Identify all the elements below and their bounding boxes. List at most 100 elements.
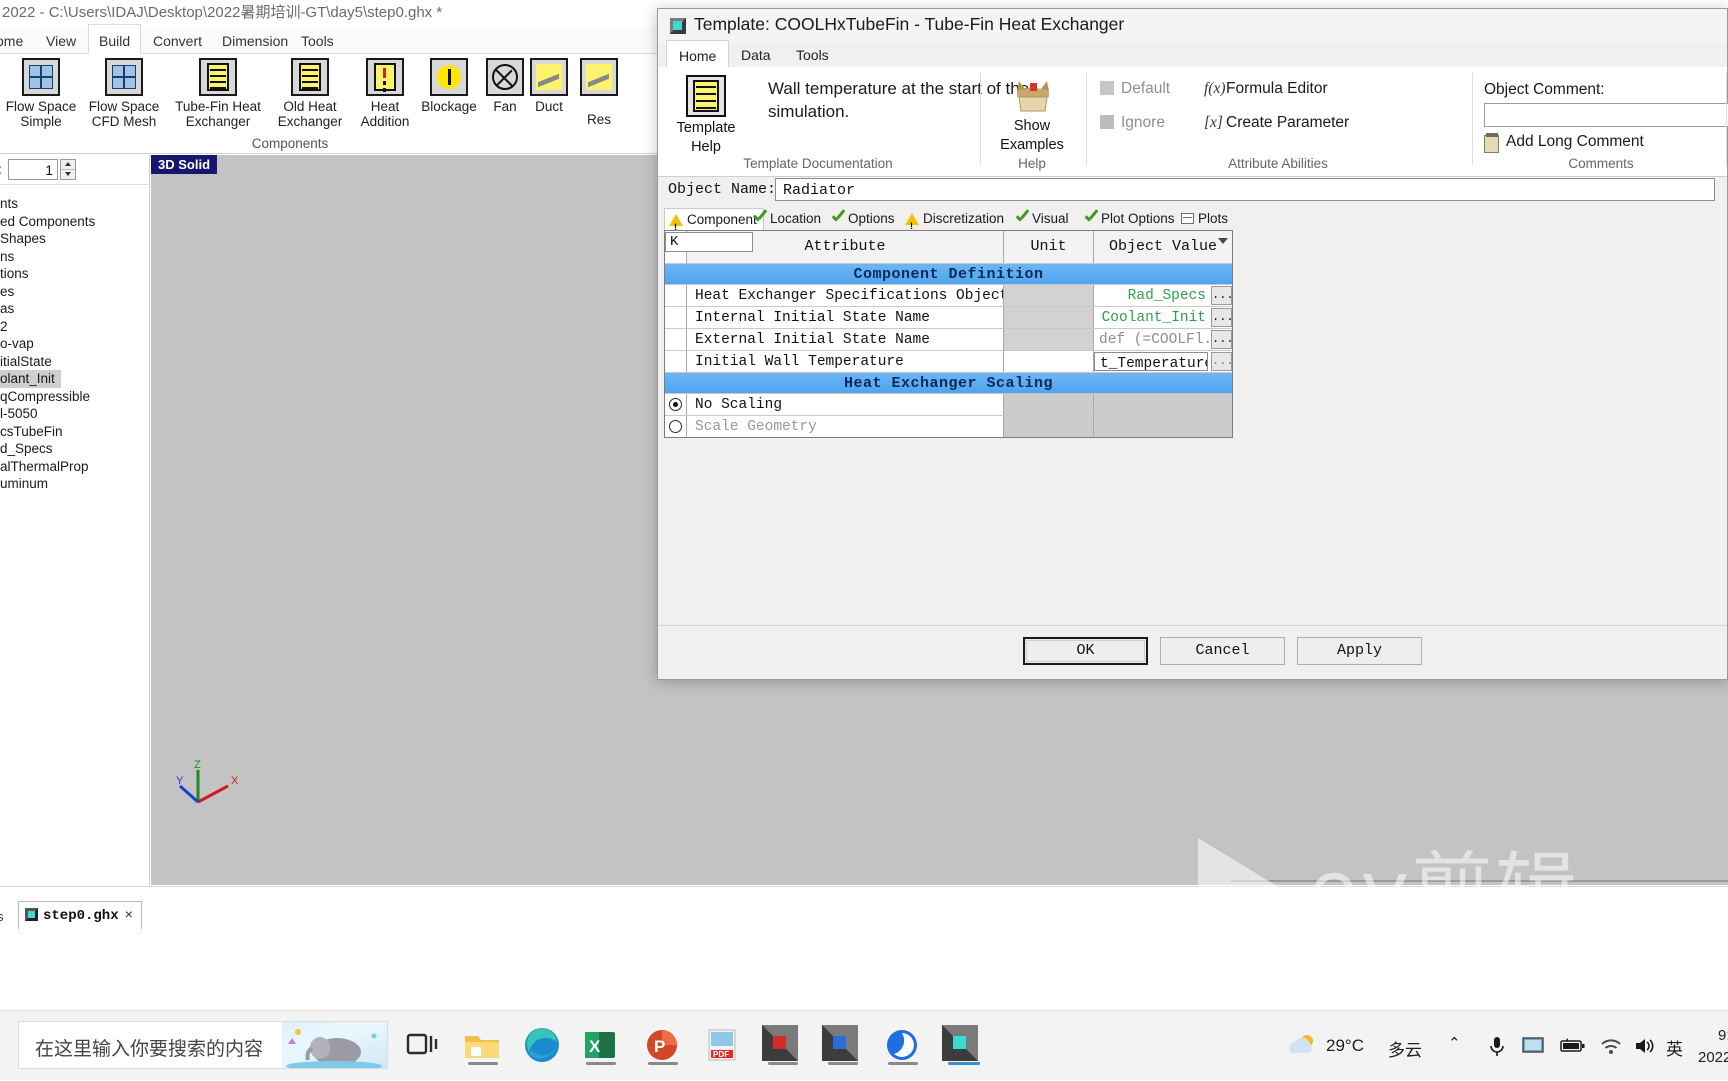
tree-item[interactable]: 2 — [0, 318, 150, 336]
tree-item[interactable]: uminum — [0, 475, 150, 493]
attribute-table[interactable]: Attribute Unit Object Value Component De… — [664, 230, 1234, 438]
attr-tab-location[interactable]: Location — [749, 208, 827, 230]
ribbon-button-flow-space-simple[interactable]: Flow Space Simple — [0, 58, 84, 129]
row-browse-button[interactable]: ... — [1211, 330, 1234, 349]
tree-item[interactable]: ns — [0, 248, 150, 266]
tree-item[interactable]: itialState — [0, 353, 150, 371]
weather-description[interactable]: 多云 — [1388, 1036, 1422, 1061]
spinner-down-button[interactable] — [61, 170, 75, 180]
row-value[interactable]: def (=COOLFl... — [1094, 329, 1210, 350]
ribbon-tab-build[interactable]: Build — [88, 24, 142, 54]
ime-indicator[interactable]: 英 — [1666, 1035, 1683, 1060]
object-tree[interactable]: nts ed Components Shapes ns tions es as 2 o-vap… — [0, 195, 150, 493]
app-red-icon[interactable] — [760, 1023, 806, 1069]
browser-icon[interactable] — [880, 1023, 926, 1069]
ribbon-button-duct[interactable]: Duct — [521, 58, 577, 114]
search-box[interactable]: 在这里输入你要搜索的内容 — [18, 1021, 388, 1069]
dialog-titlebar[interactable]: Template: COOLHxTubeFin - Tube-Fin Heat … — [658, 9, 1727, 43]
tree-item[interactable]: l-5050 — [0, 405, 150, 423]
battery-icon[interactable] — [1560, 1038, 1586, 1054]
formula-editor-button[interactable]: f(x)Formula Editor — [1204, 80, 1328, 98]
row-value-cell[interactable]: def (=COOLFl... ... — [1094, 329, 1234, 350]
radio-scale-geometry[interactable] — [669, 420, 682, 433]
object-comment-input[interactable] — [1484, 103, 1728, 127]
object-name-input[interactable]: Radiator — [775, 178, 1715, 201]
cancel-button[interactable]: Cancel — [1160, 637, 1285, 665]
tree-item[interactable]: d_Specs — [0, 440, 150, 458]
search-input[interactable]: 在这里输入你要搜索的内容 — [35, 1034, 263, 1061]
table-row[interactable]: External Initial State Name def (=COOLFl… — [665, 328, 1234, 350]
row-marker[interactable] — [665, 394, 687, 415]
ribbon-button-resistance[interactable]: Res — [571, 58, 627, 127]
table-row[interactable]: Heat Exchanger Specifications Object Rad… — [665, 284, 1234, 306]
document-tab-step0[interactable]: step0.ghx × — [18, 901, 143, 929]
row-value-cell[interactable]: Rad_Specs ... — [1094, 285, 1234, 306]
attr-tab-plots[interactable]: Plots — [1177, 208, 1234, 230]
tree-item[interactable]: qCompressible — [0, 388, 150, 406]
radio-no-scaling[interactable] — [669, 398, 682, 411]
dialog-tab-tools[interactable]: Tools — [784, 43, 841, 67]
dialog-tab-home[interactable]: Home — [666, 40, 730, 68]
spinner-input[interactable]: 1 — [8, 159, 58, 180]
default-button[interactable]: Default — [1100, 80, 1170, 98]
template-dialog[interactable]: Template: COOLHxTubeFin - Tube-Fin Heat … — [657, 8, 1728, 680]
row-browse-button[interactable]: ... — [1211, 308, 1234, 327]
create-parameter-button[interactable]: [x] Create Parameter — [1204, 114, 1349, 132]
row-value[interactable]: Coolant_Init — [1094, 307, 1210, 328]
close-icon[interactable]: × — [125, 908, 133, 924]
attr-tab-options[interactable]: Options — [827, 208, 901, 230]
unit-select[interactable]: K — [665, 232, 753, 252]
attr-tab-discretization[interactable]: Discretization — [901, 208, 1010, 237]
gtsuite-icon[interactable] — [934, 1011, 992, 1081]
row-value[interactable]: t_Temperature] — [1094, 352, 1208, 371]
app-blue-icon[interactable] — [820, 1023, 866, 1069]
powerpoint-icon[interactable]: P — [640, 1023, 686, 1069]
row-value-cell[interactable]: Coolant_Init ... — [1094, 307, 1234, 328]
weather-temperature[interactable]: 29°C — [1326, 1036, 1364, 1056]
tree-item[interactable]: tions — [0, 265, 150, 283]
tree-item[interactable]: Shapes — [0, 230, 150, 248]
ribbon-button-blockage[interactable]: Blockage — [413, 58, 485, 114]
tree-item[interactable]: ed Components — [0, 213, 150, 231]
row-value-cell[interactable]: t_Temperature] ... — [1094, 351, 1234, 372]
task-view-icon[interactable] — [400, 1023, 446, 1069]
ribbon-button-tube-fin-heat-exchanger[interactable]: Tube-Fin Heat Exchanger — [164, 58, 272, 129]
excel-icon[interactable]: X — [578, 1023, 624, 1069]
wifi-icon[interactable] — [1600, 1037, 1622, 1055]
display-icon[interactable] — [1522, 1037, 1544, 1055]
ok-button[interactable]: OK — [1023, 637, 1148, 665]
tree-item[interactable]: olant_Init — [0, 370, 61, 388]
clock-date[interactable]: 2022/8/ — [1698, 1049, 1728, 1066]
tree-item[interactable]: o-vap — [0, 335, 150, 353]
ribbon-tab-convert[interactable]: Convert — [143, 28, 212, 54]
ribbon-tab-dimension[interactable]: Dimension — [212, 28, 298, 54]
tree-item[interactable]: as — [0, 300, 150, 318]
table-row[interactable]: Initial Wall Temperature K t_Temperature… — [665, 232, 1234, 372]
attr-tab-visual[interactable]: Visual — [1011, 208, 1075, 230]
ribbon-button-heat-addition[interactable]: Heat Addition — [348, 58, 422, 129]
table-row[interactable]: Scale Geometry — [665, 415, 1232, 437]
tree-item[interactable]: es — [0, 283, 150, 301]
ribbon-tab-tools[interactable]: Tools — [291, 28, 344, 54]
ribbon-tab-view[interactable]: View — [36, 28, 86, 54]
volume-icon[interactable] — [1634, 1037, 1656, 1055]
spinner-buttons[interactable] — [60, 159, 76, 180]
chevron-down-icon[interactable] — [1218, 238, 1228, 244]
ribbon-button-old-heat-exchanger[interactable]: Old Heat Exchanger — [264, 58, 356, 129]
microphone-icon[interactable] — [1488, 1035, 1506, 1057]
ribbon-tab-home[interactable]: ome — [0, 28, 33, 54]
ribbon-button-flow-space-cfd-mesh[interactable]: Flow Space CFD Mesh — [81, 58, 167, 129]
apply-button[interactable]: Apply — [1297, 637, 1422, 665]
row-browse-button[interactable]: ... — [1211, 286, 1234, 305]
attr-tab-plot-options[interactable]: Plot Options — [1080, 208, 1181, 230]
row-unit-cell[interactable]: K — [665, 232, 1228, 372]
ignore-button[interactable]: Ignore — [1100, 114, 1165, 132]
tree-item[interactable]: nts — [0, 195, 150, 213]
show-examples-button[interactable]: Show Examples — [982, 67, 1082, 155]
tree-item[interactable]: alThermalProp — [0, 458, 150, 476]
row-marker[interactable] — [665, 416, 687, 437]
row-value[interactable]: Rad_Specs — [1094, 285, 1210, 306]
add-long-comment-button[interactable]: Add Long Comment — [1506, 133, 1644, 151]
edge-icon[interactable] — [520, 1023, 566, 1069]
pdf-icon[interactable]: PDF — [700, 1023, 746, 1069]
